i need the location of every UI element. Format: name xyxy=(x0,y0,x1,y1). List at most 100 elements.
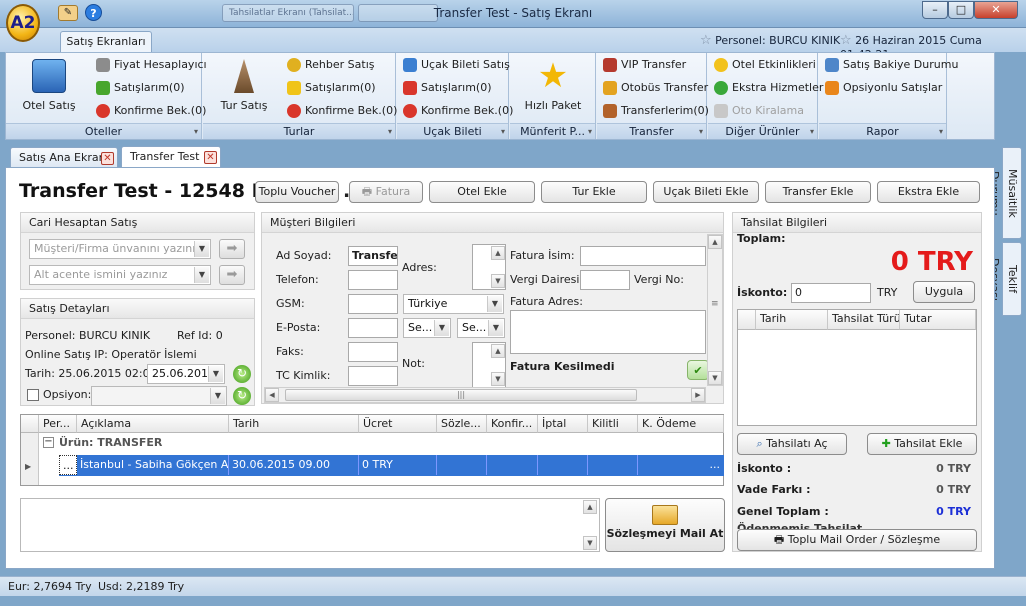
gsm-input[interactable] xyxy=(348,294,398,314)
faks-input[interactable] xyxy=(348,342,398,362)
check-icon[interactable]: ✔ xyxy=(687,360,709,380)
chevron-down-icon[interactable]: ▼ xyxy=(434,320,449,336)
scroll-up-icon[interactable]: ▲ xyxy=(491,344,505,358)
not-textarea[interactable]: ▲ ▼ xyxy=(472,342,506,388)
doc-tab-satis-ana-ekran[interactable]: Satış Ana Ekran ✕ xyxy=(10,147,118,169)
cell-per[interactable]: ... xyxy=(59,455,77,475)
col-k-odeme[interactable]: K. Ödeme xyxy=(638,415,724,433)
cell-sozlesme[interactable] xyxy=(437,455,487,475)
ucak-konfirme-button[interactable]: Konfirme Bek.(0) xyxy=(401,101,513,121)
col-konfirme[interactable]: Konfir... xyxy=(487,415,538,433)
transferlerim-button[interactable]: Transferlerim(0) xyxy=(601,101,709,121)
fatura-adres-textarea[interactable] xyxy=(510,310,706,354)
scroll-left-icon[interactable]: ◀ xyxy=(265,388,279,402)
chevron-down-icon[interactable]: ▼ xyxy=(194,267,209,283)
cell-aciklama[interactable]: İstanbul - Sabiha Gökçen Ai... xyxy=(77,455,229,475)
col-sozlesme[interactable]: Sözle... xyxy=(437,415,487,433)
agent-arrow-button[interactable]: ➡ xyxy=(219,265,245,285)
toplu-mail-order-button[interactable]: 🖶 Toplu Mail Order / Sözleşme xyxy=(737,529,977,551)
notes-textarea[interactable]: ▲ ▼ xyxy=(20,498,600,552)
vip-transfer-button[interactable]: VIP Transfer xyxy=(601,55,686,75)
iskonto-input[interactable]: 0 xyxy=(791,283,871,303)
app-logo[interactable]: A2 xyxy=(6,4,40,42)
cell-k-odeme[interactable]: ... xyxy=(638,455,724,475)
scroll-right-icon[interactable]: ▶ xyxy=(691,388,705,402)
ad-soyad-input[interactable]: Transfe xyxy=(348,246,398,266)
toplu-voucher-button[interactable]: Toplu Voucher xyxy=(255,181,339,203)
uygula-button[interactable]: Uygula xyxy=(913,281,975,303)
scroll-down-icon[interactable]: ▼ xyxy=(491,372,505,386)
col-tutar[interactable]: Tutar xyxy=(900,310,976,330)
hizli-paket-button[interactable]: ★ Hızlı Paket xyxy=(516,59,590,112)
col-ucret[interactable]: Ücret xyxy=(359,415,437,433)
ekstra-ekle-button[interactable]: Ekstra Ekle xyxy=(877,181,980,203)
scroll-down-icon[interactable]: ▼ xyxy=(583,536,597,550)
eposta-domain-select[interactable]: Se... ▼ xyxy=(403,318,451,338)
scroll-up-icon[interactable]: ▲ xyxy=(708,235,722,249)
fatura-isim-input[interactable] xyxy=(580,246,706,266)
eposta-ext-select[interactable]: Se... ▼ xyxy=(457,318,505,338)
oto-kiralama-button[interactable]: Oto Kiralama xyxy=(712,101,804,121)
otel-etkinlikleri-button[interactable]: Otel Etkinlikleri xyxy=(712,55,816,75)
cell-konfirme[interactable] xyxy=(487,455,538,475)
scroll-up-icon[interactable]: ▲ xyxy=(491,246,505,260)
opsiyon-checkbox[interactable] xyxy=(27,389,39,401)
musteri-hscroll[interactable]: ◀ ||| ▶ xyxy=(264,387,706,403)
agent-combo[interactable]: Alt acente ismini yazınız ▼ xyxy=(29,265,211,285)
col-kilitli[interactable]: Kilitli xyxy=(588,415,638,433)
close-tab-icon[interactable]: ✕ xyxy=(101,152,114,165)
close-button[interactable]: ✕ xyxy=(974,1,1018,19)
tur-ekle-button[interactable]: Tur Ekle xyxy=(541,181,647,203)
rehber-satis-button[interactable]: Rehber Satış xyxy=(285,55,374,75)
col-aciklama[interactable]: Açıklama xyxy=(77,415,229,433)
firm-arrow-button[interactable]: ➡ xyxy=(219,239,245,259)
firm-combo[interactable]: Müşteri/Firma ünvanını yazınız ▼ xyxy=(29,239,211,259)
scroll-up-icon[interactable]: ▲ xyxy=(583,500,597,514)
collapse-icon[interactable]: − xyxy=(43,437,54,448)
tahsilat-ekle-button[interactable]: ✚ Tahsilat Ekle xyxy=(867,433,977,455)
otel-satislarim-button[interactable]: Satışlarım(0) xyxy=(94,78,185,98)
side-tab-musaitlik[interactable]: Müsaitlik Durumu xyxy=(988,147,1022,239)
close-tab-icon[interactable]: ✕ xyxy=(204,151,217,164)
opsiyonlu-satislar-button[interactable]: Opsiyonlu Satışlar xyxy=(823,78,942,98)
doc-tab-transfer-test[interactable]: Transfer Test ✕ xyxy=(121,146,221,169)
cell-tarih[interactable]: 30.06.2015 09.00 xyxy=(229,455,359,475)
scroll-thumb[interactable]: ||| xyxy=(285,389,637,401)
otel-konfirme-button[interactable]: Konfirme Bek.(0) xyxy=(94,101,206,121)
eposta-input[interactable] xyxy=(348,318,398,338)
tur-satislarim-button[interactable]: Satışlarım(0) xyxy=(285,78,376,98)
transfer-ekle-button[interactable]: Transfer Ekle xyxy=(765,181,871,203)
col-tahsilat-tarih[interactable]: Tarih xyxy=(756,310,828,330)
chevron-down-icon[interactable]: ▼ xyxy=(210,388,225,404)
col-iptal[interactable]: İptal xyxy=(538,415,588,433)
otel-ekle-button[interactable]: Otel Ekle xyxy=(429,181,535,203)
refresh-icon[interactable]: ↻ xyxy=(233,387,251,405)
fatura-button[interactable]: 🖶 Fatura xyxy=(349,181,423,203)
ucak-satislarim-button[interactable]: Satışlarım(0) xyxy=(401,78,492,98)
chevron-down-icon[interactable]: ▼ xyxy=(208,366,223,382)
tarih-picker[interactable]: 25.06.2015 ▼ xyxy=(147,364,225,384)
cell-ucret[interactable]: 0 TRY xyxy=(359,455,437,475)
adres-textarea[interactable]: ▲ ▼ xyxy=(472,244,506,290)
scroll-down-icon[interactable]: ▼ xyxy=(708,371,722,385)
minimize-button[interactable]: – xyxy=(922,1,948,19)
chevron-down-icon[interactable]: ▼ xyxy=(194,241,209,257)
ucak-bileti-satis-button[interactable]: Uçak Bileti Satış xyxy=(401,55,510,75)
tc-kimlik-input[interactable] xyxy=(348,366,398,386)
scroll-down-icon[interactable]: ▼ xyxy=(491,274,505,288)
col-tarih[interactable]: Tarih xyxy=(229,415,359,433)
cell-kilitli[interactable] xyxy=(588,455,638,475)
tahsilati-ac-button[interactable]: ⌕ Tahsilatı Aç xyxy=(737,433,847,455)
cell-iptal[interactable] xyxy=(538,455,588,475)
opsiyon-date[interactable]: ▼ xyxy=(91,386,227,406)
telefon-input[interactable] xyxy=(348,270,398,290)
col-tahsilat-turu[interactable]: Tahsilat Türü xyxy=(828,310,900,330)
ucak-bileti-ekle-button[interactable]: Uçak Bileti Ekle xyxy=(653,181,759,203)
musteri-vscroll[interactable]: ▲ ≡ ▼ xyxy=(707,234,723,386)
col-per[interactable]: Per... xyxy=(39,415,77,433)
refresh-icon[interactable]: ↻ xyxy=(233,365,251,383)
maximize-button[interactable]: □ xyxy=(948,1,974,19)
tur-konfirme-button[interactable]: Konfirme Bek.(0) xyxy=(285,101,397,121)
fiyat-hesaplayici-button[interactable]: Fiyat Hesaplayıcı xyxy=(94,55,207,75)
satis-bakiye-durumu-button[interactable]: Satış Bakiye Durumu xyxy=(823,55,958,75)
